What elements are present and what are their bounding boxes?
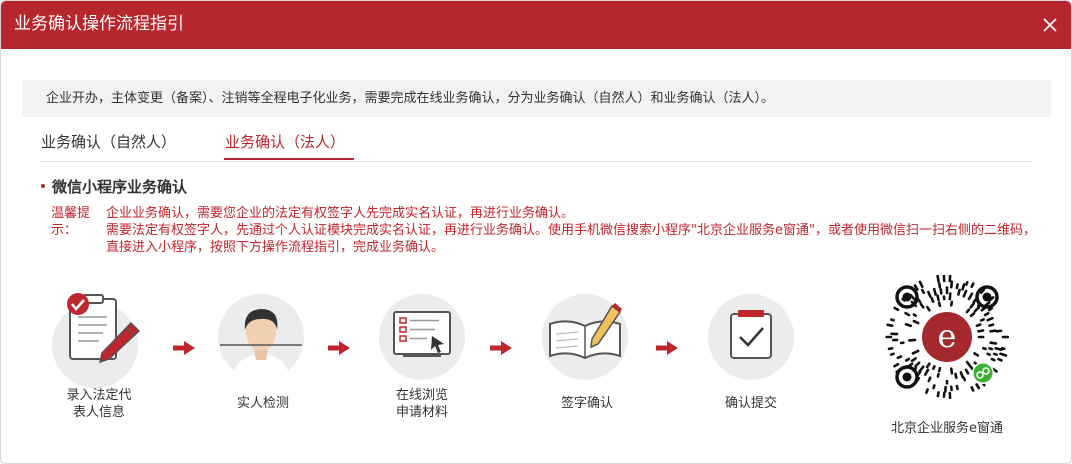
dialog-title: 业务确认操作流程指引 xyxy=(14,14,184,34)
notice-banner: 企业开办，主体变更（备案）、注销等全程电子化业务，需要完成在线业务确认，分为业务… xyxy=(22,80,1051,117)
step-5-label-line1: 确认提交 xyxy=(724,396,777,411)
arrow-right-icon xyxy=(173,341,195,355)
arrow-right-icon xyxy=(656,341,678,355)
close-icon[interactable] xyxy=(1040,15,1060,35)
qr-caption: 北京企业服务e窗通 xyxy=(891,421,1003,436)
step-4-label: 签字确认 xyxy=(527,395,647,412)
tip-line-2: 需要法定有权签字人，先通过个人认证模块完成实名认证，再进行业务确认。使用手机微信… xyxy=(106,223,1036,255)
section-title: 微信小程序业务确认 xyxy=(41,176,187,197)
dialog-titlebar: 业务确认操作流程指引 xyxy=(1,1,1071,49)
step-2-label-line1: 实人检测 xyxy=(236,396,289,411)
step-1-label-line2: 表人信息 xyxy=(72,405,125,420)
active-tab-underline xyxy=(224,158,354,160)
process-guide-dialog: 业务确认操作流程指引 企业开办，主体变更（备案）、注销等全程电子化业务，需要完成… xyxy=(0,0,1072,464)
step-2-label: 实人检测 xyxy=(203,395,323,412)
step-1-label: 录入法定代 表人信息 xyxy=(39,387,159,421)
bullet-dot xyxy=(41,183,45,188)
step-1-label-line1: 录入法定代 xyxy=(66,388,132,403)
mini-program-qr-code[interactable]: e xyxy=(885,275,1009,399)
section-title-text: 微信小程序业务确认 xyxy=(52,178,188,196)
step-3-label-line2: 申请材料 xyxy=(395,405,448,420)
tip-text: 企业业务确认，需要您企业的法定有权签字人先完成实名认证，再进行业务确认。 需要法… xyxy=(106,205,1036,256)
step-4-label-line1: 签字确认 xyxy=(560,396,613,411)
tip-line-1: 企业业务确认，需要您企业的法定有权签字人先完成实名认证，再进行业务确认。 xyxy=(106,206,575,221)
submit-check-icon xyxy=(730,310,772,359)
document-browse-icon xyxy=(393,311,451,357)
step-3-label-line1: 在线浏览 xyxy=(395,388,448,403)
notice-text: 企业开办，主体变更（备案）、注销等全程电子化业务，需要完成在线业务确认，分为业务… xyxy=(46,91,775,106)
tip-label: 温馨提示： xyxy=(51,206,91,238)
book-pen-icon xyxy=(549,303,622,360)
step-3-label: 在线浏览 申请材料 xyxy=(362,387,482,421)
qr-logo-letter: e xyxy=(938,317,957,355)
clipboard-check-icon xyxy=(67,293,141,364)
person-portrait-icon xyxy=(218,294,304,380)
arrow-right-icon xyxy=(490,341,512,355)
tab-legal-person[interactable]: 业务确认（法人） xyxy=(225,132,345,152)
tab-bar: 业务确认（自然人） 业务确认（法人） xyxy=(40,125,1032,162)
step-5-label: 确认提交 xyxy=(691,395,811,412)
tab-natural-person[interactable]: 业务确认（自然人） xyxy=(41,132,176,152)
arrow-right-icon xyxy=(328,341,350,355)
